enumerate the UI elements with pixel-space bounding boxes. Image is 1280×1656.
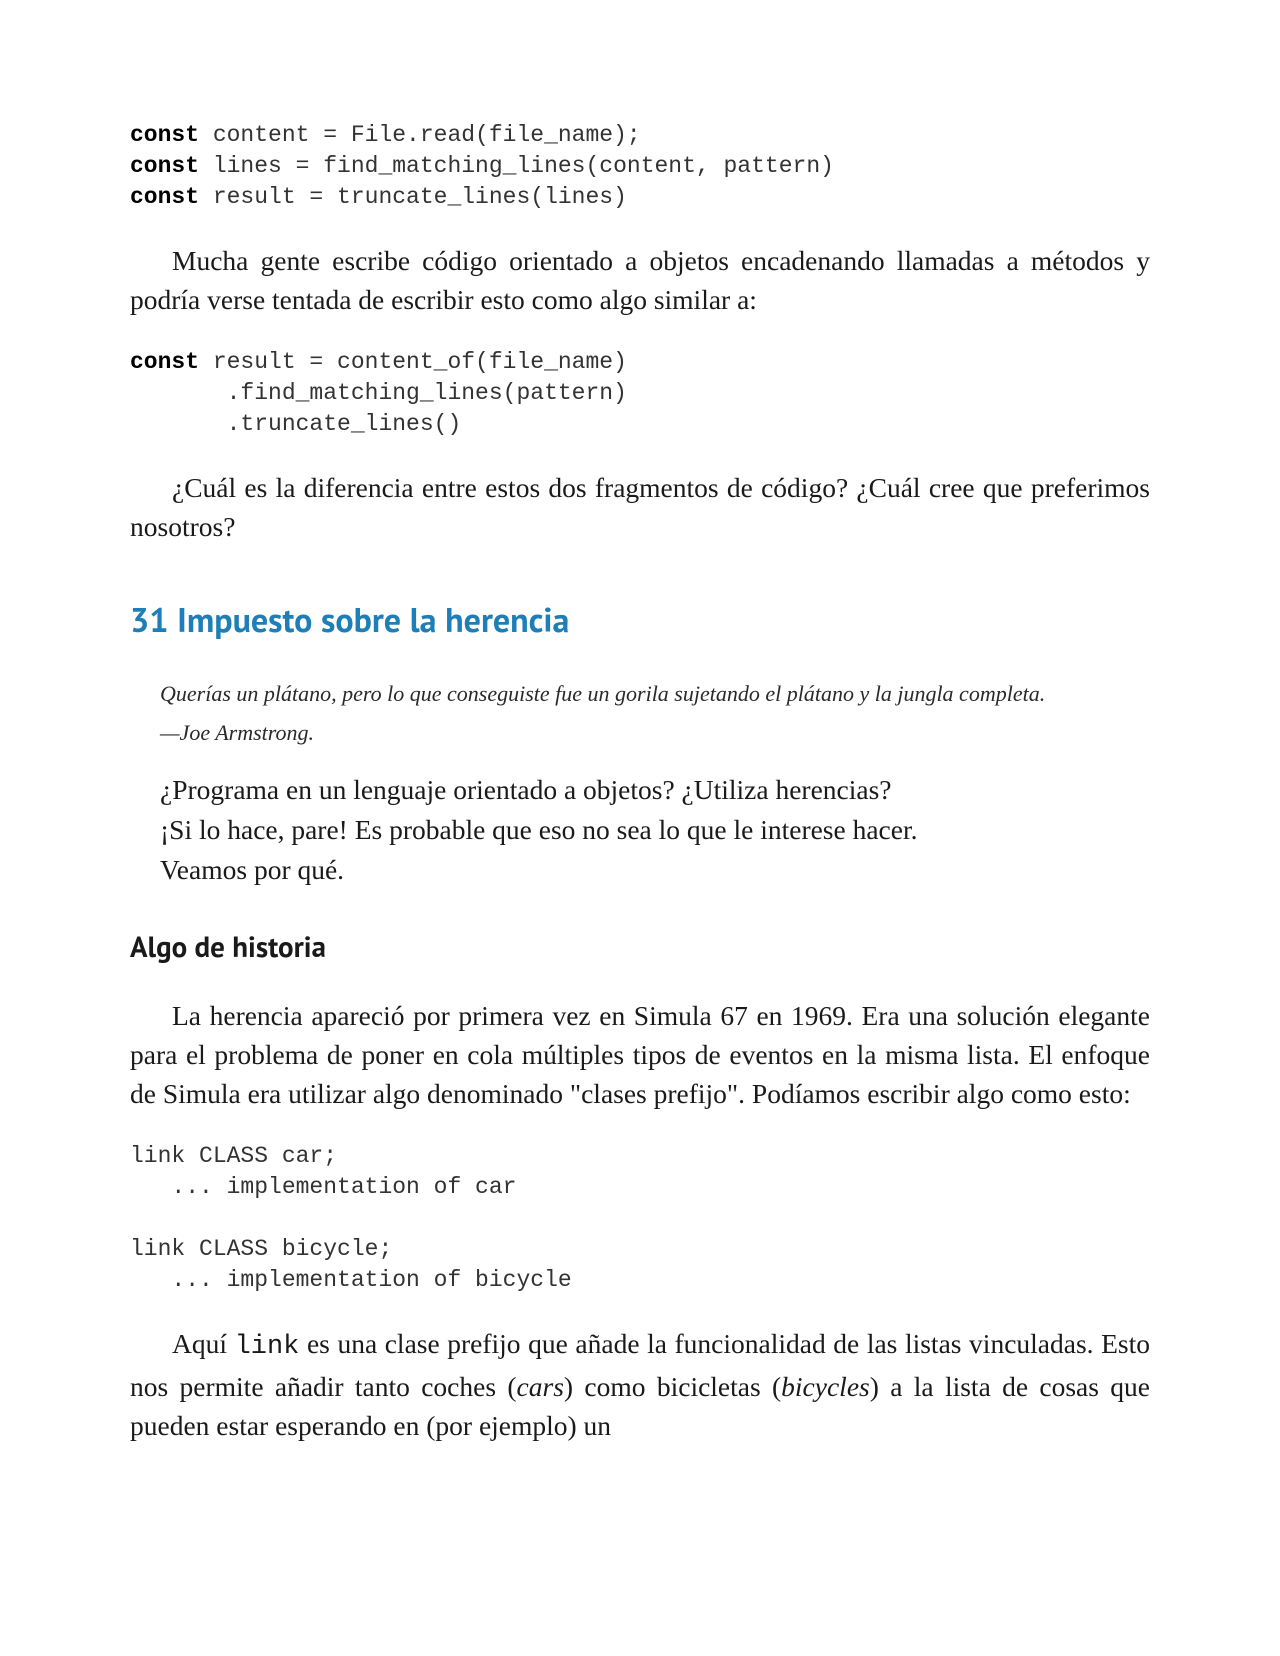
code-keyword: const (130, 184, 199, 210)
code-text: result = truncate_lines(lines) (199, 184, 627, 210)
paragraph-2: ¿Cuál es la diferencia entre estos dos f… (130, 468, 1150, 546)
code-text: ... implementation of car (130, 1174, 516, 1200)
code-block-1: const content = File.read(file_name); co… (130, 120, 1150, 213)
paragraph-1: Mucha gente escribe código orientado a o… (130, 241, 1150, 319)
code-text: lines = find_matching_lines(content, pat… (199, 153, 834, 179)
code-text: ... implementation of bicycle (130, 1267, 572, 1293)
intro-line-1: ¿Programa en un lenguaje orientado a obj… (160, 770, 1150, 810)
inline-code: link (235, 1332, 300, 1362)
epigraph-attribution: —Joe Armstrong. (160, 720, 1060, 746)
code-text: .find_matching_lines(pattern) (130, 380, 627, 406)
code-text: link CLASS car; (130, 1143, 337, 1169)
code-block-2: const result = content_of(file_name) .fi… (130, 347, 1150, 440)
emphasis: cars (517, 1371, 564, 1402)
code-keyword: const (130, 349, 199, 375)
text: Aquí (172, 1328, 235, 1359)
intro-line-2: ¡Si lo hace, pare! Es probable que eso n… (160, 810, 1150, 850)
paragraph-4: Aquí link es una clase prefijo que añade… (130, 1324, 1150, 1444)
code-keyword: const (130, 122, 199, 148)
code-keyword: const (130, 153, 199, 179)
subsection-heading: Algo de historia (130, 928, 1150, 966)
emphasis: bicycles (781, 1371, 870, 1402)
section-heading: 31 Impuesto sobre la herencia (130, 598, 1150, 642)
epigraph-quote: Querías un plátano, pero lo que consegui… (160, 678, 1060, 710)
intro-block: ¿Programa en un lenguaje orientado a obj… (160, 770, 1150, 890)
code-text: link CLASS bicycle; (130, 1236, 392, 1262)
epigraph: Querías un plátano, pero lo que consegui… (160, 678, 1060, 746)
code-text: result = content_of(file_name) (199, 349, 627, 375)
paragraph-3: La herencia apareció por primera vez en … (130, 996, 1150, 1113)
code-block-3: link CLASS car; ... implementation of ca… (130, 1141, 1150, 1296)
text: ) como bicicletas ( (564, 1371, 781, 1402)
intro-line-3: Veamos por qué. (160, 850, 1150, 890)
code-text: content = File.read(file_name); (199, 122, 641, 148)
code-text: .truncate_lines() (130, 411, 461, 437)
